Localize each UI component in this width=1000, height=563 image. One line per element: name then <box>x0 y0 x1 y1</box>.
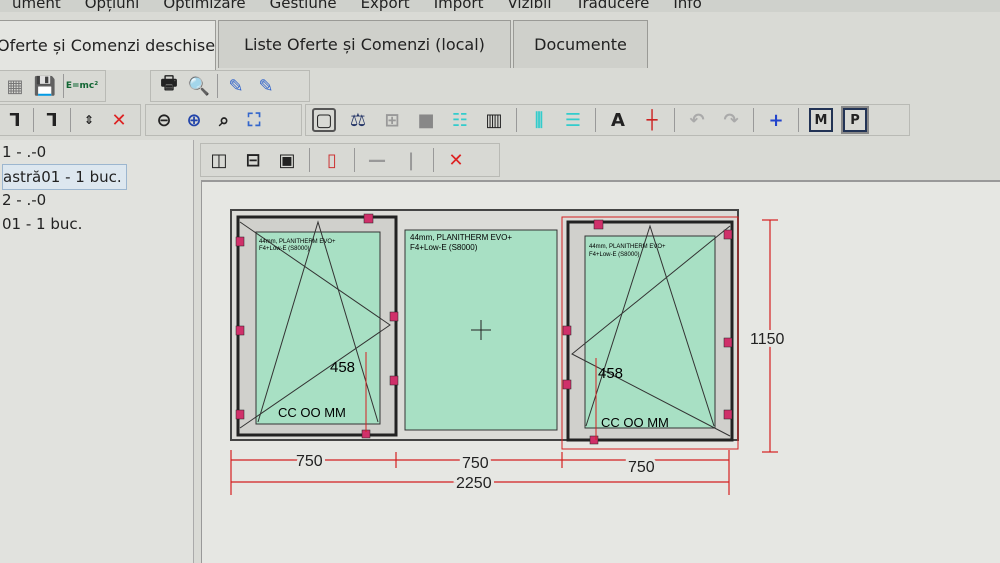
dimension-width-left: 750 <box>296 453 323 470</box>
left-glass-label-2: F4+Low-E (S8000) <box>259 246 310 252</box>
window-drawing[interactable]: 44mm, PLANITHERM EVO+ F4+Low-E (S8000) 4… <box>0 0 1000 563</box>
left-glass <box>255 231 381 425</box>
dimension-width-center: 750 <box>462 455 489 472</box>
left-handle-height: 458 <box>330 359 355 376</box>
dimension-total-width: 2250 <box>456 475 492 492</box>
right-glass-label-2: F4+Low-E (S8000) <box>589 252 640 258</box>
dimension-width-right: 750 <box>628 459 655 476</box>
left-glass-label: 44mm, PLANITHERM EVO+ <box>259 239 336 245</box>
right-handle-height: 458 <box>598 365 623 382</box>
center-glass-label-2: F4+Low-E (S8000) <box>410 243 478 252</box>
left-hardware-label: CC OO MM <box>278 405 346 420</box>
dimension-height: 1150 <box>750 331 785 348</box>
right-glass <box>584 235 716 429</box>
right-glass-label: 44mm, PLANITHERM EVO+ <box>589 244 666 250</box>
center-glass-label: 44mm, PLANITHERM EVO+ <box>410 233 512 242</box>
right-hardware-label: CC OO MM <box>601 415 669 430</box>
